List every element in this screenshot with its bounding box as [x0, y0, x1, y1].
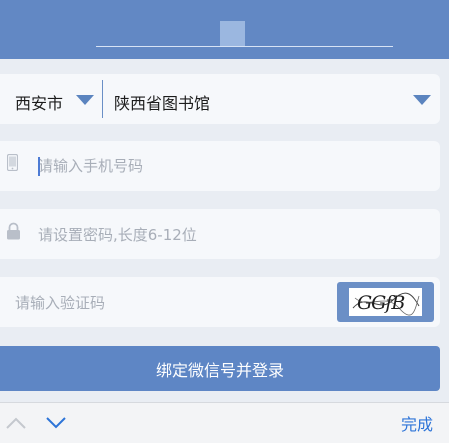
captcha-input[interactable] — [15, 293, 325, 313]
lock-icon — [7, 222, 20, 240]
header-logo-placeholder — [220, 21, 245, 46]
captcha-image[interactable]: GGfB — [349, 288, 422, 316]
phone-input[interactable] — [38, 156, 418, 176]
library-dropdown-icon[interactable] — [413, 95, 431, 105]
chevron-down-icon[interactable] — [45, 416, 67, 430]
password-input[interactable] — [38, 225, 418, 245]
header-underline — [96, 46, 393, 47]
city-dropdown-icon[interactable] — [76, 95, 94, 105]
header-bar — [0, 0, 449, 59]
chevron-up-icon[interactable] — [5, 416, 27, 430]
bind-wechat-login-button[interactable]: 绑定微信号并登录 — [0, 346, 440, 391]
city-select-label[interactable]: 西安市 — [15, 90, 63, 114]
location-row — [0, 74, 440, 124]
text-cursor — [38, 157, 40, 176]
captcha-text: GGfB — [357, 292, 405, 314]
phone-icon — [7, 154, 18, 171]
done-button[interactable]: 完成 — [394, 413, 440, 437]
library-select-label[interactable]: 陕西省图书馆 — [114, 90, 210, 114]
keyboard-toolbar — [0, 402, 449, 443]
location-divider — [102, 80, 103, 118]
